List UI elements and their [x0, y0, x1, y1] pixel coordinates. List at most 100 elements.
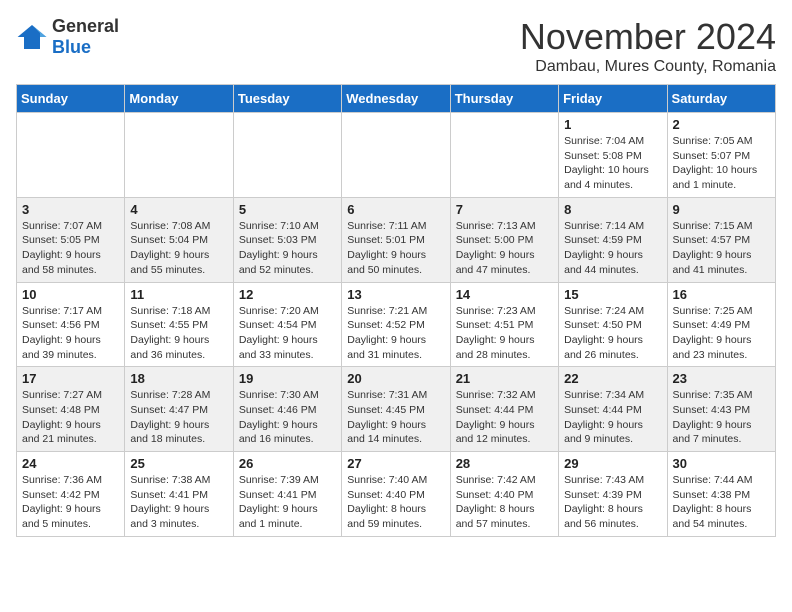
calendar-cell-1-6: 9 Sunrise: 7:15 AM Sunset: 4:57 PM Daylig… — [667, 197, 775, 282]
col-tuesday: Tuesday — [233, 85, 341, 113]
calendar-cell-0-2 — [233, 113, 341, 198]
title-block: November 2024 Dambau, Mures County, Roma… — [520, 16, 776, 76]
day-number: 30 — [673, 456, 770, 471]
day-detail: Sunrise: 7:17 AM Sunset: 4:56 PM Dayligh… — [22, 304, 119, 363]
calendar-cell-1-0: 3 Sunrise: 7:07 AM Sunset: 5:05 PM Daylig… — [17, 197, 125, 282]
calendar-row-4: 24 Sunrise: 7:36 AM Sunset: 4:42 PM Dayli… — [17, 452, 776, 537]
day-number: 29 — [564, 456, 661, 471]
location-subtitle: Dambau, Mures County, Romania — [520, 58, 776, 76]
day-detail: Sunrise: 7:32 AM Sunset: 4:44 PM Dayligh… — [456, 388, 553, 447]
day-number: 13 — [347, 287, 444, 302]
calendar-cell-2-0: 10 Sunrise: 7:17 AM Sunset: 4:56 PM Dayli… — [17, 282, 125, 367]
calendar-cell-3-1: 18 Sunrise: 7:28 AM Sunset: 4:47 PM Dayli… — [125, 367, 233, 452]
day-detail: Sunrise: 7:10 AM Sunset: 5:03 PM Dayligh… — [239, 219, 336, 278]
calendar-cell-4-4: 28 Sunrise: 7:42 AM Sunset: 4:40 PM Dayli… — [450, 452, 558, 537]
calendar-cell-3-2: 19 Sunrise: 7:30 AM Sunset: 4:46 PM Dayli… — [233, 367, 341, 452]
calendar-cell-1-2: 5 Sunrise: 7:10 AM Sunset: 5:03 PM Daylig… — [233, 197, 341, 282]
day-number: 9 — [673, 202, 770, 217]
day-detail: Sunrise: 7:11 AM Sunset: 5:01 PM Dayligh… — [347, 219, 444, 278]
col-wednesday: Wednesday — [342, 85, 450, 113]
day-number: 17 — [22, 371, 119, 386]
day-detail: Sunrise: 7:23 AM Sunset: 4:51 PM Dayligh… — [456, 304, 553, 363]
day-number: 3 — [22, 202, 119, 217]
logo-general-text: General Blue — [52, 16, 119, 58]
day-number: 15 — [564, 287, 661, 302]
calendar-row-0: 1 Sunrise: 7:04 AM Sunset: 5:08 PM Daylig… — [17, 113, 776, 198]
day-number: 7 — [456, 202, 553, 217]
day-number: 20 — [347, 371, 444, 386]
day-detail: Sunrise: 7:05 AM Sunset: 5:07 PM Dayligh… — [673, 134, 770, 193]
day-detail: Sunrise: 7:42 AM Sunset: 4:40 PM Dayligh… — [456, 473, 553, 532]
calendar-cell-4-6: 30 Sunrise: 7:44 AM Sunset: 4:38 PM Dayli… — [667, 452, 775, 537]
col-friday: Friday — [559, 85, 667, 113]
day-detail: Sunrise: 7:40 AM Sunset: 4:40 PM Dayligh… — [347, 473, 444, 532]
day-detail: Sunrise: 7:44 AM Sunset: 4:38 PM Dayligh… — [673, 473, 770, 532]
calendar-cell-2-4: 14 Sunrise: 7:23 AM Sunset: 4:51 PM Dayli… — [450, 282, 558, 367]
calendar-cell-2-3: 13 Sunrise: 7:21 AM Sunset: 4:52 PM Dayli… — [342, 282, 450, 367]
calendar-cell-2-2: 12 Sunrise: 7:20 AM Sunset: 4:54 PM Dayli… — [233, 282, 341, 367]
calendar-cell-1-5: 8Sunrise: 7:14 AM Sunset: 4:59 PM Daylig… — [559, 197, 667, 282]
day-detail: Sunrise: 7:21 AM Sunset: 4:52 PM Dayligh… — [347, 304, 444, 363]
col-thursday: Thursday — [450, 85, 558, 113]
day-detail: Sunrise: 7:18 AM Sunset: 4:55 PM Dayligh… — [130, 304, 227, 363]
day-detail: Sunrise: 7:08 AM Sunset: 5:04 PM Dayligh… — [130, 219, 227, 278]
day-detail: Sunrise: 7:39 AM Sunset: 4:41 PM Dayligh… — [239, 473, 336, 532]
calendar-row-1: 3 Sunrise: 7:07 AM Sunset: 5:05 PM Daylig… — [17, 197, 776, 282]
calendar-cell-3-6: 23 Sunrise: 7:35 AM Sunset: 4:43 PM Dayli… — [667, 367, 775, 452]
day-number: 22 — [564, 371, 661, 386]
calendar-header-row: Sunday Monday Tuesday Wednesday Thursday… — [17, 85, 776, 113]
day-number: 12 — [239, 287, 336, 302]
day-detail: Sunrise: 7:27 AM Sunset: 4:48 PM Dayligh… — [22, 388, 119, 447]
calendar-cell-4-0: 24 Sunrise: 7:36 AM Sunset: 4:42 PM Dayli… — [17, 452, 125, 537]
day-number: 14 — [456, 287, 553, 302]
calendar-cell-1-3: 6Sunrise: 7:11 AM Sunset: 5:01 PM Daylig… — [342, 197, 450, 282]
calendar-table: Sunday Monday Tuesday Wednesday Thursday… — [16, 84, 776, 537]
day-detail: Sunrise: 7:15 AM Sunset: 4:57 PM Dayligh… — [673, 219, 770, 278]
calendar-cell-2-5: 15 Sunrise: 7:24 AM Sunset: 4:50 PM Dayli… — [559, 282, 667, 367]
day-number: 4 — [130, 202, 227, 217]
day-detail: Sunrise: 7:04 AM Sunset: 5:08 PM Dayligh… — [564, 134, 661, 193]
calendar-cell-3-0: 17 Sunrise: 7:27 AM Sunset: 4:48 PM Dayli… — [17, 367, 125, 452]
calendar-cell-4-5: 29Sunrise: 7:43 AM Sunset: 4:39 PM Dayli… — [559, 452, 667, 537]
calendar-cell-1-1: 4 Sunrise: 7:08 AM Sunset: 5:04 PM Daylig… — [125, 197, 233, 282]
day-detail: Sunrise: 7:38 AM Sunset: 4:41 PM Dayligh… — [130, 473, 227, 532]
calendar-cell-3-3: 20 Sunrise: 7:31 AM Sunset: 4:45 PM Dayli… — [342, 367, 450, 452]
day-number: 5 — [239, 202, 336, 217]
day-number: 11 — [130, 287, 227, 302]
day-detail: Sunrise: 7:24 AM Sunset: 4:50 PM Dayligh… — [564, 304, 661, 363]
logo-icon — [16, 21, 48, 53]
calendar-cell-2-6: 16 Sunrise: 7:25 AM Sunset: 4:49 PM Dayli… — [667, 282, 775, 367]
day-detail: Sunrise: 7:34 AM Sunset: 4:44 PM Dayligh… — [564, 388, 661, 447]
day-detail: Sunrise: 7:28 AM Sunset: 4:47 PM Dayligh… — [130, 388, 227, 447]
day-number: 1 — [564, 117, 661, 132]
day-detail: Sunrise: 7:35 AM Sunset: 4:43 PM Dayligh… — [673, 388, 770, 447]
calendar-row-3: 17 Sunrise: 7:27 AM Sunset: 4:48 PM Dayli… — [17, 367, 776, 452]
calendar-cell-4-1: 25 Sunrise: 7:38 AM Sunset: 4:41 PM Dayli… — [125, 452, 233, 537]
day-number: 18 — [130, 371, 227, 386]
day-number: 24 — [22, 456, 119, 471]
day-number: 28 — [456, 456, 553, 471]
day-detail: Sunrise: 7:13 AM Sunset: 5:00 PM Dayligh… — [456, 219, 553, 278]
day-number: 23 — [673, 371, 770, 386]
day-detail: Sunrise: 7:30 AM Sunset: 4:46 PM Dayligh… — [239, 388, 336, 447]
day-number: 26 — [239, 456, 336, 471]
calendar-cell-4-3: 27Sunrise: 7:40 AM Sunset: 4:40 PM Dayli… — [342, 452, 450, 537]
day-number: 16 — [673, 287, 770, 302]
col-sunday: Sunday — [17, 85, 125, 113]
calendar-cell-4-2: 26 Sunrise: 7:39 AM Sunset: 4:41 PM Dayli… — [233, 452, 341, 537]
day-detail: Sunrise: 7:20 AM Sunset: 4:54 PM Dayligh… — [239, 304, 336, 363]
day-detail: Sunrise: 7:31 AM Sunset: 4:45 PM Dayligh… — [347, 388, 444, 447]
calendar-row-2: 10 Sunrise: 7:17 AM Sunset: 4:56 PM Dayli… — [17, 282, 776, 367]
day-number: 2 — [673, 117, 770, 132]
day-detail: Sunrise: 7:25 AM Sunset: 4:49 PM Dayligh… — [673, 304, 770, 363]
day-detail: Sunrise: 7:36 AM Sunset: 4:42 PM Dayligh… — [22, 473, 119, 532]
day-number: 25 — [130, 456, 227, 471]
calendar-cell-0-1 — [125, 113, 233, 198]
day-number: 10 — [22, 287, 119, 302]
logo: General Blue — [16, 16, 119, 58]
calendar-cell-3-5: 22 Sunrise: 7:34 AM Sunset: 4:44 PM Dayli… — [559, 367, 667, 452]
day-detail: Sunrise: 7:14 AM Sunset: 4:59 PM Dayligh… — [564, 219, 661, 278]
calendar-cell-0-4 — [450, 113, 558, 198]
day-number: 19 — [239, 371, 336, 386]
day-detail: Sunrise: 7:07 AM Sunset: 5:05 PM Dayligh… — [22, 219, 119, 278]
